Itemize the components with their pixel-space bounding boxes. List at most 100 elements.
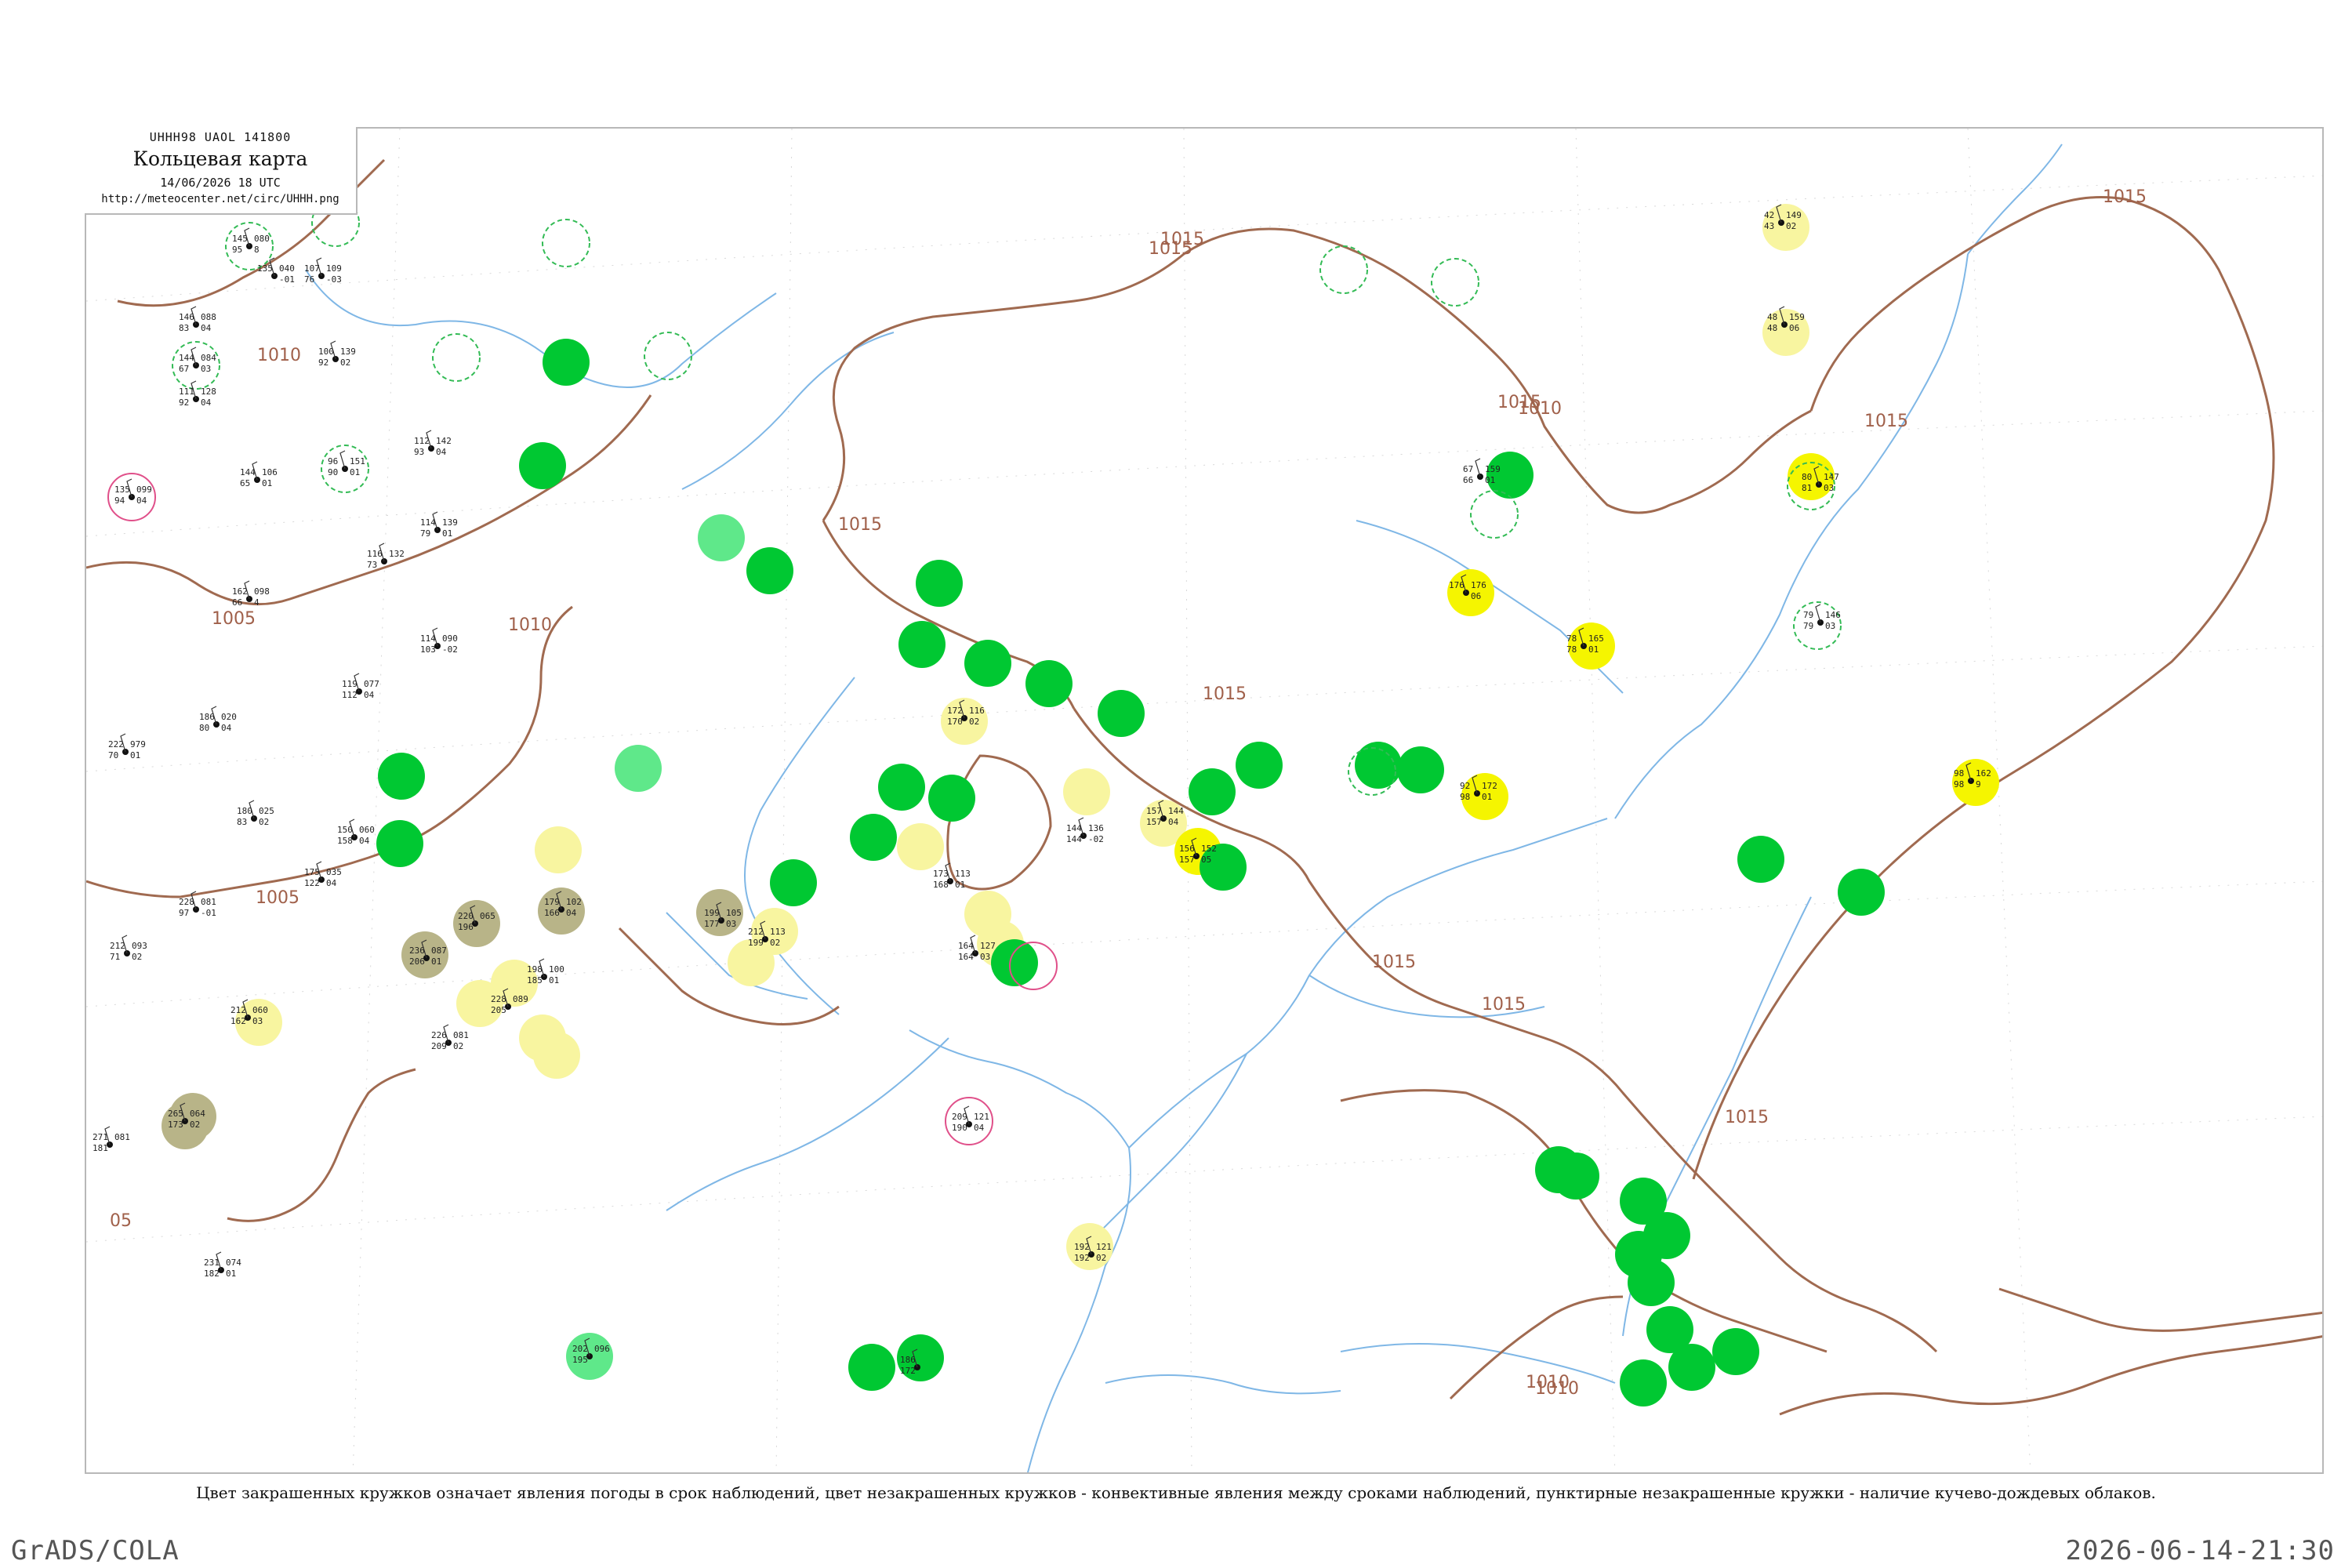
station-temperature: 80 [1802,472,1812,482]
station-temperature: 96 [328,456,338,466]
station-tendency: 01 [549,975,559,985]
station-temperature: 78 [1566,633,1577,644]
station-temperature: 42 [1764,210,1774,220]
station-tendency: 02 [132,952,142,962]
station-temperature: 222 [108,739,124,750]
station-temperature: 231 [204,1258,220,1268]
station-temperature: 179 [544,897,560,907]
station-temperature: 173 [933,869,949,879]
station-pressure: 081 [453,1030,469,1040]
station-pressure: 139 [442,517,458,528]
station-plot[interactable]: 79 146 79 03 [1803,604,1841,631]
station-pressure: 065 [480,911,495,921]
station-dewpoint: 192 [1074,1253,1090,1263]
isobar-label: 1015 [2103,187,2147,207]
station-pressure: 176 [1471,580,1486,590]
station-temperature: 192 [1074,1242,1090,1252]
weather-circle [1397,746,1444,793]
station-plot[interactable]: 119 077 112 04 [342,673,379,700]
station-tendency: 04 [326,878,337,888]
station-plot[interactable]: 212 093 71 02 [110,935,147,962]
station-pressure: 035 [326,867,342,877]
station-plot[interactable]: 226 081 209 02 [431,1024,469,1051]
weather-circle [964,891,1011,938]
station-plot[interactable]: 96 151 90 01 [328,450,365,477]
station-dewpoint: 199 [748,938,764,948]
station-plot[interactable]: 144 136 144 -02 [1066,817,1104,844]
station-temperature: 172 [947,706,963,716]
station-dewpoint: 78 [1566,644,1577,655]
station-pressure: 113 [770,927,786,937]
weather-circle [533,1032,580,1079]
station-plot[interactable]: 186 020 80 04 [199,706,237,733]
station-plot[interactable]: 114 090 103 -02 [420,627,458,655]
station-temperature: 116 [367,549,383,559]
weather-circle [519,442,566,489]
station-plot[interactable]: 271 081 181 [93,1126,130,1153]
station-temperature: 144 [240,467,256,477]
weather-circle [848,1344,895,1391]
weather-circle [897,823,944,870]
station-pressure: 100 [549,964,564,975]
station-tendency: 03 [980,952,990,962]
weather-circle [1025,660,1073,707]
station-plot[interactable]: 144 106 65 01 [240,461,278,488]
station-plot[interactable]: 107 109 76 -03 [304,257,342,285]
station-dewpoint: 182 [204,1269,220,1279]
station-plot[interactable]: 114 139 79 01 [420,511,458,539]
station-tendency: 4 [254,597,260,608]
station-tendency: 01 [350,467,360,477]
station-plot[interactable]: 144 084 67 03 [179,347,216,374]
station-temperature: 145 [232,234,248,244]
station-temperature: 67 [1463,464,1473,474]
station-pressure: 142 [436,436,452,446]
station-temperature: 144 [1066,823,1082,833]
weather-circle [378,753,425,800]
weather-circle [928,775,975,822]
station-temperature: 228 [179,897,194,907]
station-temperature: 212 [110,941,125,951]
source-url[interactable]: http://meteocenter.net/circ/UHHH.png [85,193,356,205]
station-plot[interactable]: 173 113 168 01 [933,862,971,890]
weather-circle [1431,258,1479,307]
station-plot[interactable]: 135 099 94 04 [114,478,152,506]
station-tendency: 02 [1096,1253,1106,1263]
weather-circle [1737,836,1784,883]
station-dewpoint: 157 [1146,817,1162,827]
station-plot[interactable]: 112 142 93 04 [414,430,452,457]
station-dewpoint: 172 [900,1366,916,1376]
station-pressure: 088 [201,312,216,322]
map-title-box: UHHH98 UAOL 141800 Кольцевая карта 14/06… [85,127,358,215]
station-dewpoint: 92 [179,397,189,408]
station-temperature: 212 [748,927,764,937]
station-dewpoint: 83 [179,323,189,333]
station-pressure: 132 [389,549,405,559]
station-dewpoint: 65 [240,478,250,488]
weather-circle [964,640,1011,687]
station-plot[interactable]: 146 088 83 04 [179,306,216,333]
station-tendency: 03 [201,364,211,374]
station-pressure: 159 [1485,464,1501,474]
station-temperature: 157 [1146,806,1162,816]
station-plot[interactable]: 175 035 122 04 [304,861,342,888]
station-plot[interactable]: 145 080 95 8 [232,227,270,255]
station-dewpoint: 66 [1463,475,1473,485]
weather-circle [542,219,590,267]
station-tendency: 04 [136,495,147,506]
isobar-label: 1015 [1372,953,1416,972]
station-temperature: 212 [230,1005,246,1015]
wind-barb [1815,604,1821,623]
station-pressure: 113 [955,869,971,879]
station-plot[interactable]: 180 025 83 02 [237,800,274,827]
station-temperature: 198 [527,964,543,975]
station-temperature: 111 [179,387,194,397]
station-plot[interactable]: 150 060 158 04 [337,818,375,846]
station-temperature: 271 [93,1132,108,1142]
station-plot[interactable]: 100 139 92 02 [318,340,356,368]
station-plot[interactable]: 135 040-01 [257,257,295,285]
station-plot[interactable]: 209 121 190 04 [952,1105,989,1133]
station-plot[interactable]: 231 074 182 01 [204,1251,241,1279]
map-canvas: 1010 1015 1005 1010 1015 1015 1015 1015 … [86,129,2322,1472]
station-plot[interactable]: 222 979 70 01 [108,733,146,760]
station-plot[interactable]: 198 100 185 01 [527,958,564,985]
